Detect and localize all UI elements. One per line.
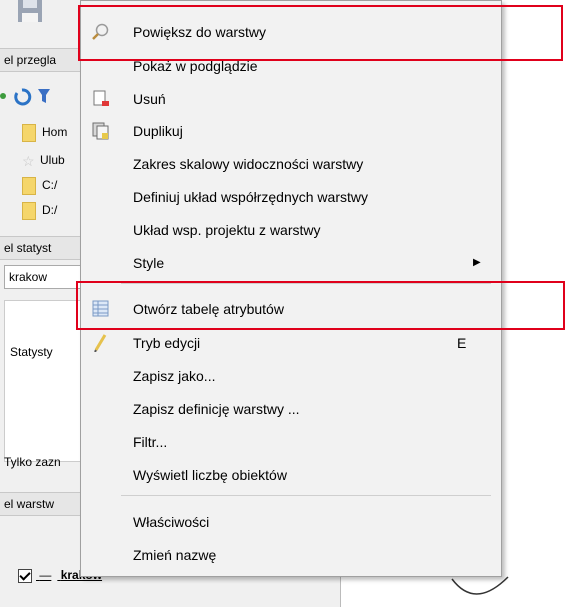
map-feature-line [451,576,509,595]
statistics-area [4,300,84,462]
browser-toolbar [0,84,80,108]
menu-item-save-as[interactable]: Zapisz jako... [81,362,501,390]
star-icon: ☆ [22,152,35,169]
highlight-open-attribute-table [76,281,565,330]
menu-item-save-layer-definition[interactable]: Zapisz definicję warstwy ... [81,395,501,423]
layer-visibility-checkbox[interactable] [18,568,32,583]
menu-item-properties[interactable]: Właściwości [81,508,501,536]
layers-panel-title: el warstw [0,492,85,516]
submenu-arrow-icon: ▶ [473,257,481,268]
editing-shortcut: E [457,335,467,351]
menu-item-scale-visibility[interactable]: Zakres skalowy widoczności warstwy [81,150,501,178]
menu-item-remove[interactable]: Usuń [81,85,501,113]
menu-item-rename[interactable]: Zmień nazwę [81,541,501,569]
menu-item-styles[interactable]: Style ▶ [81,249,501,277]
line-layer-icon: — [39,568,52,582]
browser-item-drive-d[interactable]: D:/ [22,200,57,220]
menu-item-toggle-editing[interactable]: Tryb edycji E [81,329,501,357]
menu-item-show-feature-count[interactable]: Wyświetl liczbę obiektów [81,461,501,489]
duplicate-layer-icon [91,122,111,140]
menu-item-set-layer-crs[interactable]: Definiuj układ współrzędnych warstwy [81,183,501,211]
menu-separator [121,495,491,496]
pencil-icon [91,334,111,353]
statistics-panel-title: el statyst [0,236,85,260]
remove-layer-icon [91,90,111,108]
browser-panel-title: el przegla [0,48,85,72]
highlight-zoom-to-layer [78,5,563,61]
menu-item-set-project-crs-from-layer[interactable]: Układ wsp. projektu z warstwy [81,216,501,244]
browser-item-drive-c[interactable]: C:/ [22,175,57,195]
menu-item-filter[interactable]: Filtr... [81,428,501,456]
only-selected-checkbox-label[interactable]: Tylko zazn [4,455,61,469]
save-project-icon[interactable] [14,0,48,30]
menu-item-duplicate[interactable]: Duplikuj [81,117,501,145]
folder-icon [22,201,36,220]
browser-item-favourites[interactable]: ☆ Ulub [22,150,65,170]
browser-item-home[interactable]: Hom [22,122,67,142]
statistics-label: Statysty [10,345,53,359]
folder-icon [22,123,36,142]
folder-icon [22,176,36,195]
